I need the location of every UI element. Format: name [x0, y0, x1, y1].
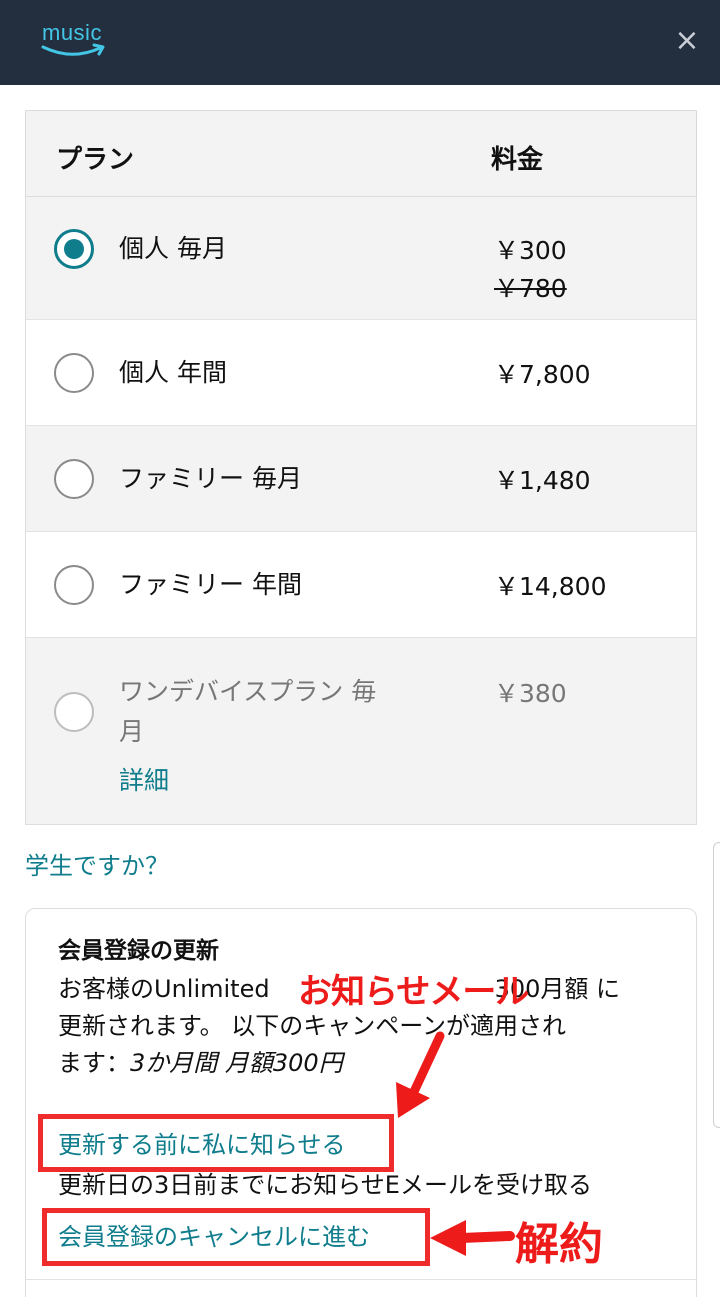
callout-cancel: 解約 — [515, 1219, 603, 1270]
plan-name-line2: 月 — [119, 717, 145, 746]
plan-name: ファミリー 年間 — [119, 570, 302, 599]
renewal-line-2: 更新されます。 以下のキャンペーンが適用され — [58, 1012, 567, 1040]
plan-name: ファミリー 毎月 — [119, 464, 302, 493]
top-bar: music × — [0, 0, 720, 85]
campaign-text: 3か月間 月額300円 — [130, 1049, 343, 1077]
plan-row-family-annual[interactable]: ファミリー 年間 ￥14,800 — [26, 532, 696, 638]
plan-price: ￥14,800 — [494, 572, 607, 601]
student-link[interactable]: 学生ですか？ — [25, 848, 169, 884]
plan-row-one-device-monthly: ワンデバイスプラン 毎 月 ￥380 詳細 — [26, 638, 696, 824]
plan-name-line1: ワンデバイスプラン 毎 — [119, 677, 377, 706]
logo-smile-icon — [41, 43, 105, 56]
scrollbar[interactable] — [713, 842, 720, 1128]
table-header: プラン 料金 — [26, 111, 696, 197]
column-header-price: 料金 — [491, 145, 544, 175]
amazon-music-logo: music — [40, 20, 110, 62]
plan-price: ￥7,800 — [494, 360, 591, 389]
plan-row-individual-annual[interactable]: 個人 年間 ￥7,800 — [26, 320, 696, 426]
radio-button[interactable] — [54, 565, 94, 605]
callout-notification-mail: お知らせメール — [298, 972, 529, 1012]
plan-price: ￥300 — [494, 236, 567, 265]
renewal-line-1-start: お客様のUnlimited — [58, 975, 270, 1003]
campaign-label: ます： — [58, 1049, 130, 1077]
plan-price: ￥1,480 — [494, 466, 591, 495]
radio-button[interactable] — [54, 459, 94, 499]
plan-row-individual-monthly[interactable]: 個人 毎月 ￥300 ￥780 — [26, 197, 696, 320]
radio-button[interactable] — [54, 353, 94, 393]
highlight-box-notify — [38, 1114, 394, 1172]
radio-button-disabled — [54, 692, 94, 732]
notify-description: 更新日の3日前までにお知らせEメールを受け取る — [58, 1171, 592, 1199]
details-link[interactable]: 詳細 — [119, 761, 169, 801]
close-button[interactable]: × — [668, 22, 706, 60]
renewal-line-3: ます：3か月間 月額300円 — [58, 1045, 678, 1082]
plan-price: ￥380 — [494, 679, 567, 708]
plan-name: 個人 年間 — [119, 358, 227, 387]
radio-button-selected[interactable] — [54, 229, 94, 269]
highlight-box-cancel — [42, 1208, 430, 1266]
plan-row-family-monthly[interactable]: ファミリー 毎月 ￥1,480 — [26, 426, 696, 532]
plan-table: プラン 料金 個人 毎月 ￥300 ￥780 個人 年間 ￥7,800 ファミリ… — [25, 110, 697, 825]
renewal-title: 会員登録の更新 — [58, 938, 219, 964]
plan-name: 個人 毎月 — [119, 234, 227, 263]
column-header-plan: プラン — [56, 145, 135, 175]
plan-original-price: ￥780 — [494, 274, 567, 303]
radio-dot-icon — [64, 239, 84, 259]
divider — [26, 1279, 696, 1280]
